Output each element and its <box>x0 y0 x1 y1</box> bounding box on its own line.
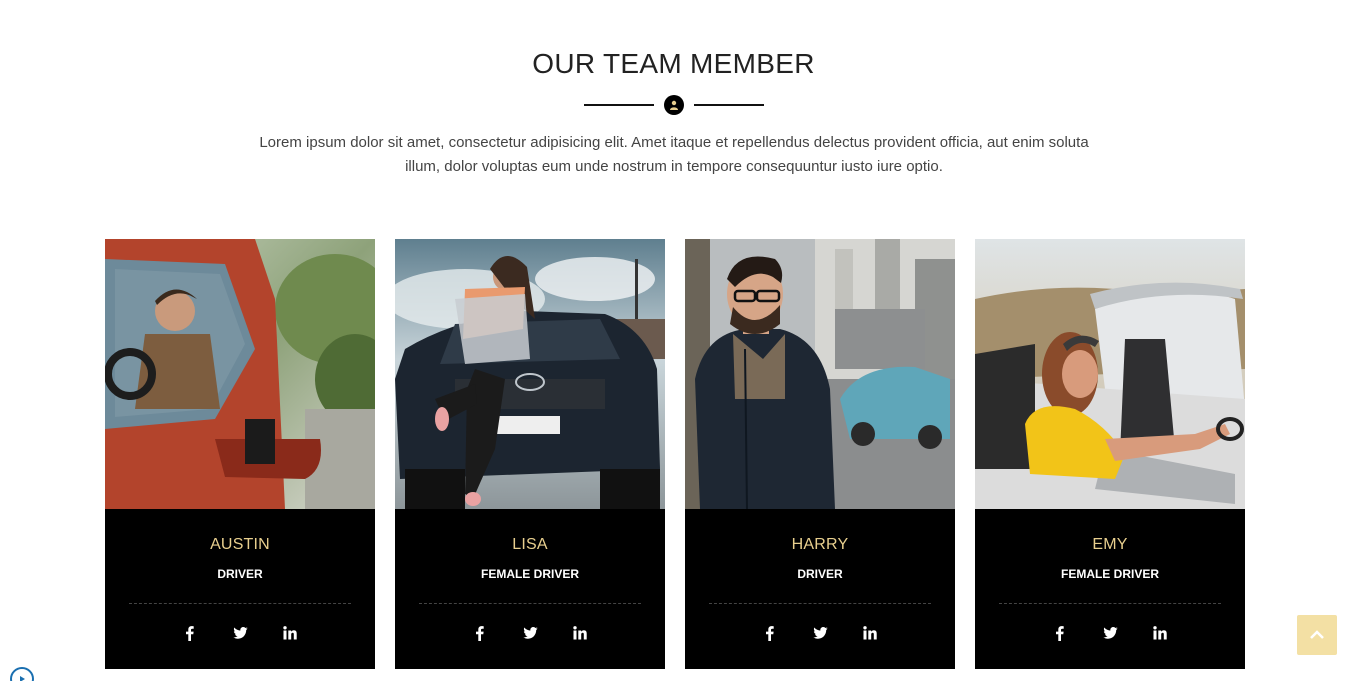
social-links <box>105 623 375 643</box>
member-role: FEMALE DRIVER <box>480 567 579 581</box>
team-card-info: EMY FEMALE DRIVER <box>975 509 1245 669</box>
team-card-info: HARRY DRIVER <box>685 509 955 669</box>
member-name: EMY <box>1092 536 1128 553</box>
team-member-photo <box>105 239 375 509</box>
facebook-icon[interactable] <box>1050 623 1070 643</box>
divider-line-right <box>693 104 764 106</box>
linkedin-icon[interactable] <box>570 623 590 643</box>
section-intro: Lorem ipsum dolor sit amet, consectetur … <box>259 134 1089 175</box>
linkedin-icon[interactable] <box>280 623 300 643</box>
team-card[interactable]: LISA FEMALE DRIVER <box>395 239 665 669</box>
team-member-photo <box>975 239 1245 509</box>
card-separator <box>999 603 1221 604</box>
facebook-icon[interactable] <box>470 623 490 643</box>
card-separator <box>129 603 351 604</box>
title-divider <box>0 95 1347 115</box>
linkedin-icon[interactable] <box>860 623 880 643</box>
team-member-photo <box>395 239 665 509</box>
linkedin-icon[interactable] <box>1150 623 1170 643</box>
member-role: DRIVER <box>797 567 843 581</box>
team-card-info: LISA FEMALE DRIVER <box>395 509 665 669</box>
facebook-icon[interactable] <box>180 623 200 643</box>
twitter-icon[interactable] <box>1100 623 1120 643</box>
social-links <box>395 623 665 643</box>
social-links <box>685 623 955 643</box>
divider-line-left <box>583 104 654 106</box>
chevron-up-icon <box>1310 630 1324 639</box>
member-name: LISA <box>512 536 548 553</box>
twitter-icon[interactable] <box>520 623 540 643</box>
twitter-icon[interactable] <box>810 623 830 643</box>
team-card[interactable]: HARRY DRIVER <box>685 239 955 669</box>
twitter-icon[interactable] <box>230 623 250 643</box>
team-card-info: AUSTIN DRIVER <box>105 509 375 669</box>
user-icon <box>663 95 684 115</box>
member-role: DRIVER <box>217 567 263 581</box>
team-member-photo <box>685 239 955 509</box>
team-card[interactable]: AUSTIN DRIVER <box>105 239 375 669</box>
card-separator <box>709 603 931 604</box>
team-section: OUR TEAM MEMBER Lorem ipsum dolor sit am… <box>0 0 1347 681</box>
social-links <box>975 623 1245 643</box>
play-icon[interactable] <box>10 667 34 681</box>
member-role: FEMALE DRIVER <box>1060 567 1159 581</box>
section-title: OUR TEAM MEMBER <box>532 48 815 79</box>
member-name: AUSTIN <box>210 536 270 553</box>
member-name: HARRY <box>791 536 849 553</box>
card-separator <box>419 603 641 604</box>
team-cards: AUSTIN DRIVER LISA FEMALE DRIVER HARRY D… <box>105 239 1245 669</box>
facebook-icon[interactable] <box>760 623 780 643</box>
team-card[interactable]: EMY FEMALE DRIVER <box>975 239 1245 669</box>
scroll-to-top-button[interactable] <box>1297 615 1337 655</box>
